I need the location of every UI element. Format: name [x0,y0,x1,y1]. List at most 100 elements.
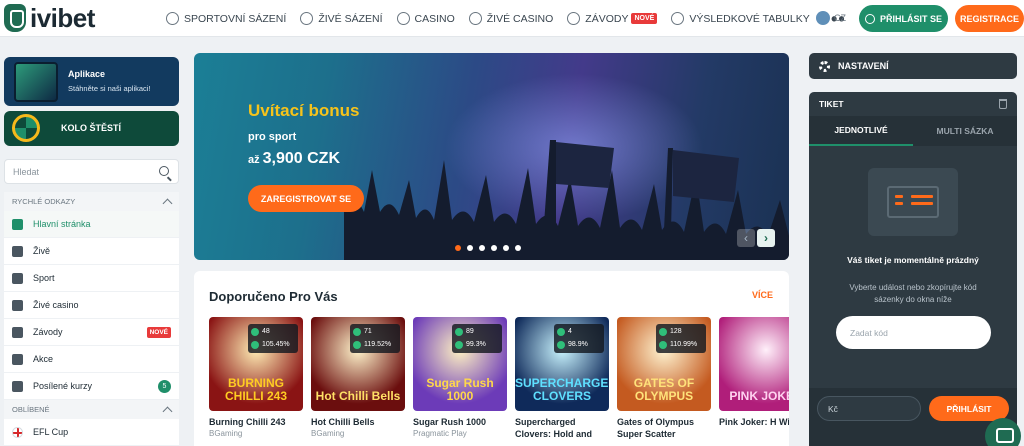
logo-text: ivibet [30,2,95,33]
nav-leaderboards[interactable]: VÝSLEDKOVÉ TABULKY [671,12,810,25]
game-thumbnail[interactable]: PINK JOKER [719,317,789,411]
game-card[interactable]: PINK JOKER Pink Joker: H Win [719,317,789,441]
app-promo-card[interactable]: Aplikace Stáhněte si naši aplikaci! [4,57,179,106]
settings-bar[interactable]: NASTAVENÍ [809,53,1017,79]
betslip-header: TIKET [809,92,1017,116]
trophy-icon [671,12,685,25]
carousel-dot[interactable] [503,245,509,251]
game-card[interactable]: 48 105.45% BURNING CHILLI 243 Burning Ch… [209,317,303,441]
chevron-left-icon: ‹ [744,231,748,245]
sidebar-item-boosted-odds[interactable]: Posílené kurzy 5 [4,373,179,400]
game-thumbnail[interactable]: 71 119.52% Hot Chilli Bells [311,317,405,411]
nav-label: VÝSLEDKOVÉ TABULKY [689,12,810,25]
game-art-title: BURNING CHILLI 243 [224,376,287,403]
login-button[interactable]: PŘIHLÁSIT SE [859,5,948,32]
nav-live-casino[interactable]: ŽIVÉ CASINO [468,12,553,25]
game-art-title: PINK JOKER [729,389,789,403]
search-input[interactable]: Hledat [4,159,179,184]
rtp-icon [659,341,667,349]
search-icon [159,166,169,176]
tab-multi[interactable]: MULTI SÁZKA [913,116,1017,146]
carousel-dot[interactable] [467,245,473,251]
game-stats-chip: 48 105.45% [248,324,298,353]
phone-image [14,62,58,102]
user-icon [864,13,875,24]
tab-single[interactable]: JEDNOTLIVÉ [809,116,913,146]
players-icon [251,328,259,336]
betslip-panel: TIKET JEDNOTLIVÉ MULTI SÁZKA Váš tiket j… [809,92,1017,446]
game-card[interactable]: 71 119.52% Hot Chilli Bells Hot Chilli B… [311,317,405,441]
nav-label: SPORTOVNÍ SÁZENÍ [184,12,287,25]
code-input[interactable]: Zadat kód [836,316,991,349]
sidebar-item-home[interactable]: Hlavní stránka [4,211,179,238]
nav-live-betting[interactable]: ŽIVÉ SÁZENÍ [300,12,383,25]
trash-icon[interactable] [999,99,1007,109]
sidebar-menu: RYCHLÉ ODKAZY Hlavní stránka Živě Sport … [4,192,179,446]
game-name[interactable]: Hot Chilli Bells [311,416,405,428]
game-name[interactable]: Burning Chilli 243 [209,416,303,428]
gear-icon [819,60,830,72]
game-name[interactable]: Pink Joker: H Win [719,416,789,428]
recommended-section: Doporučeno Pro Vás VÍCE 48 105.45% BURNI… [194,271,789,446]
wheel-of-fortune-card[interactable]: KOLO ŠTĚSTÍ [4,111,179,146]
login-label: PŘIHLÁSIT SE [879,13,942,24]
carousel-prev-button[interactable]: ‹ [737,229,755,247]
chevron-right-icon: › [764,231,768,245]
banner-amount: až 3,900 CZK [248,150,340,168]
ticket-icon [887,186,939,218]
sidebar-item-label: Akce [33,354,54,364]
game-name[interactable]: Supercharged Clovers: Hold and [515,416,609,440]
game-card[interactable]: 128 110.99% GATES OF OLYMPUS Gates of Ol… [617,317,711,441]
more-link[interactable]: VÍCE [752,290,773,300]
rtp-value: 105.45% [262,341,290,348]
carousel-dot[interactable] [515,245,521,251]
carousel-dot[interactable] [479,245,485,251]
game-thumbnail[interactable]: 89 99.3% Sugar Rush 1000 [413,317,507,411]
game-stats-chip: 71 119.52% [350,324,400,353]
sidebar-item-label: Posílené kurzy [33,381,93,391]
globe-icon [816,11,830,25]
game-card[interactable]: 89 99.3% Sugar Rush 1000 Sugar Rush 1000… [413,317,507,441]
carousel-dot[interactable] [455,245,461,251]
login-to-bet-button[interactable]: PŘIHLÁSIT [929,396,1009,421]
quick-links-header[interactable]: RYCHLÉ ODKAZY [4,192,179,211]
game-name[interactable]: Sugar Rush 1000 [413,416,507,428]
sidebar-item-label: Živé casino [33,300,79,310]
logo[interactable]: ivibet [4,3,95,33]
nav-races[interactable]: ZÁVODY NOVÉ [567,12,658,25]
register-button[interactable]: REGISTRACE [955,5,1024,32]
players-icon [353,328,361,336]
nav-sport-betting[interactable]: SPORTOVNÍ SÁZENÍ [166,12,286,25]
carousel-dot[interactable] [491,245,497,251]
game-name[interactable]: Gates of Olympus Super Scatter [617,416,711,440]
sidebar-item-label: EFL Cup [33,427,69,437]
game-art-title: SUPERCHARGED CLOVERS [515,376,609,403]
game-thumbnail[interactable]: 128 110.99% GATES OF OLYMPUS [617,317,711,411]
players-icon [659,328,667,336]
sidebar-item-sport[interactable]: Sport [4,265,179,292]
top-header: ivibet SPORTOVNÍ SÁZENÍ ŽIVÉ SÁZENÍ CASI… [0,0,1024,37]
amount-prefix: až [248,154,260,166]
game-card[interactable]: 4 98.9% SUPERCHARGED CLOVERS Supercharge… [515,317,609,441]
sidebar-item-efl-cup[interactable]: EFL Cup [4,419,179,446]
empty-betslip-text: Váš tiket je momentálně prázdný [847,255,979,265]
game-thumbnail[interactable]: 48 105.45% BURNING CHILLI 243 [209,317,303,411]
stake-input[interactable]: Kč [817,396,921,421]
ticket-illustration [868,168,958,236]
search-placeholder: Hledat [13,167,40,177]
sidebar-item-promotions[interactable]: Akce [4,346,179,373]
amount-value: 3,900 CZK [262,150,340,167]
nav-casino[interactable]: CASINO [396,12,455,25]
rtp-icon [557,341,565,349]
app-title: Aplikace [68,69,106,79]
game-thumbnail[interactable]: 4 98.9% SUPERCHARGED CLOVERS [515,317,609,411]
sidebar-item-races[interactable]: Závody NOVÉ [4,319,179,346]
sidebar-item-live[interactable]: Živě [4,238,179,265]
carousel-next-button[interactable]: › [757,229,775,247]
language-selector[interactable]: CZ [816,11,846,25]
promo-banner[interactable]: Uvítací bonus pro sport až 3,900 CZK ZARE… [194,53,789,260]
register-cta-button[interactable]: ZAREGISTROVAT SE [248,185,364,212]
sidebar-item-live-casino[interactable]: Živé casino [4,292,179,319]
chat-button[interactable] [985,418,1021,446]
favorites-header[interactable]: OBLÍBENÉ [4,400,179,419]
